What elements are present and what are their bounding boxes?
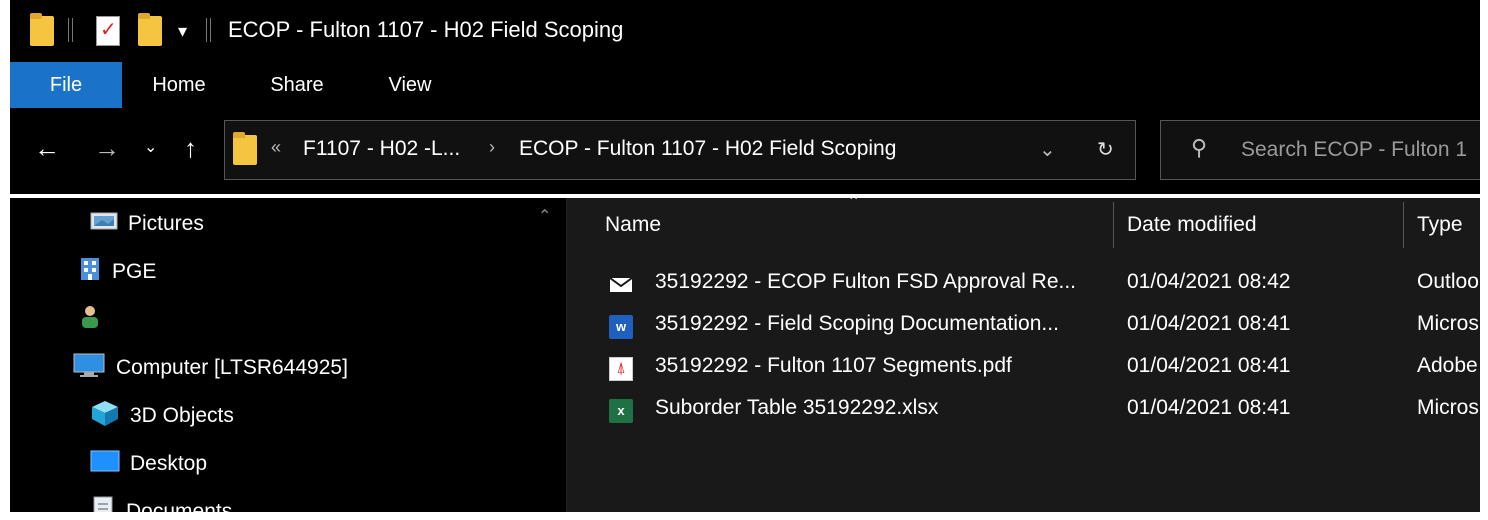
mail-icon [609,273,633,297]
properties-check-icon[interactable] [96,14,120,48]
nav-item-label: Computer [LTSR644925] [116,356,348,379]
user-icon [78,304,102,336]
word-icon: w [609,315,633,339]
new-folder-icon[interactable] [138,13,162,48]
file-list[interactable]: ⌃ Name Date modified Type 35192292 - ECO… [567,198,1480,512]
nav-item-computer[interactable]: Computer [LTSR644925] [72,348,348,388]
search-placeholder: Search ECOP - Fulton 1 [1241,138,1468,161]
folder-icon [233,132,257,165]
scroll-up-icon[interactable]: ⌃ [538,206,551,226]
navigation-pane[interactable]: ⌃ Pictures PGE Computer [LTSR644925] 3D … [10,198,566,512]
refresh-icon[interactable]: ↻ [1097,137,1114,162]
navigation-bar: ← → ⌄ ↑ « F1107 - H02 -L... › ECOP - Ful… [10,108,1480,194]
ribbon-tabs: File Home Share View [10,62,1480,108]
nav-item-label: Desktop [130,452,208,475]
recent-locations-chevron-icon[interactable]: ⌄ [144,133,157,163]
address-dropdown-icon[interactable]: ⌄ [1039,137,1056,162]
breadcrumb-separator-icon[interactable]: › [489,137,495,158]
desktop-icon [90,449,120,479]
tab-view[interactable]: View [374,62,446,108]
customize-toolbar-icon[interactable]: ▾ [178,14,187,48]
nav-item-documents[interactable]: Documents [90,492,232,512]
explorer-window: ▾ ECOP - Fulton 1107 - H02 Field Scoping… [10,0,1480,512]
file-date: 01/04/2021 08:42 [1127,270,1291,293]
nav-item-pictures[interactable]: Pictures [90,204,204,244]
computer-icon [72,352,106,384]
redacted-block [112,298,258,342]
file-date: 01/04/2021 08:41 [1127,396,1291,419]
overflow-chevron-icon[interactable]: « [271,137,281,158]
column-separator[interactable] [1403,202,1404,248]
folder-icon[interactable] [30,13,54,48]
table-row[interactable]: ⍋ 35192292 - Fulton 1107 Segments.pdf 01… [567,348,1480,390]
building-icon [78,256,102,288]
table-row[interactable]: x Suborder Table 35192292.xlsx 01/04/202… [567,390,1480,432]
file-type: Micros [1417,312,1479,335]
toolbar-separator [206,18,211,42]
column-separator[interactable] [1113,202,1114,248]
file-type: Adobe [1417,354,1478,377]
tab-share[interactable]: Share [256,62,338,108]
search-box[interactable]: ⚲ Search ECOP - Fulton 1 [1160,120,1480,180]
file-date: 01/04/2021 08:41 [1127,354,1291,377]
window-title: ECOP - Fulton 1107 - H02 Field Scoping [228,17,624,42]
toolbar-separator [68,18,73,42]
nav-item-desktop[interactable]: Desktop [90,444,207,484]
window-edge [0,512,1488,520]
sort-ascending-icon: ⌃ [847,198,861,211]
tab-home[interactable]: Home [136,62,222,108]
file-date: 01/04/2021 08:41 [1127,312,1291,335]
table-row[interactable]: 35192292 - ECOP Fulton FSD Approval Re..… [567,264,1480,306]
file-name: 35192292 - ECOP Fulton FSD Approval Re..… [655,270,1077,293]
title-bar: ▾ ECOP - Fulton 1107 - H02 Field Scoping [10,0,1480,62]
nav-item-pge[interactable]: PGE [78,252,156,292]
address-bar[interactable]: « F1107 - H02 -L... › ECOP - Fulton 1107… [224,120,1136,180]
nav-item-label: 3D Objects [130,404,234,427]
table-row[interactable]: w 35192292 - Field Scoping Documentation… [567,306,1480,348]
pictures-icon [90,211,118,237]
search-icon: ⚲ [1191,135,1208,160]
window-edge [1480,0,1488,520]
column-header-date[interactable]: Date modified [1127,198,1257,252]
file-name: 35192292 - Field Scoping Documentation..… [655,312,1059,335]
documents-icon [90,495,116,512]
breadcrumb-current[interactable]: ECOP - Fulton 1107 - H02 Field Scoping [519,137,896,161]
tab-file[interactable]: File [10,62,122,108]
file-name: Suborder Table 35192292.xlsx [655,396,939,419]
up-arrow-icon[interactable]: ↑ [184,133,197,163]
cube-icon [90,399,120,433]
breadcrumb-parent[interactable]: F1107 - H02 -L... [303,137,460,161]
file-type: Outloo [1417,270,1479,293]
nav-item-label: Documents [126,500,233,512]
back-arrow-icon[interactable]: ← [34,133,60,163]
forward-arrow-icon[interactable]: → [94,133,120,163]
nav-item-label: Pictures [128,212,204,235]
excel-icon: x [609,399,633,423]
nav-item-label: PGE [112,260,157,283]
column-header-name[interactable]: Name [605,198,661,252]
pdf-icon: ⍋ [609,357,633,381]
column-header-type[interactable]: Type [1417,198,1463,252]
nav-item-user[interactable] [78,298,258,342]
file-type: Micros [1417,396,1479,419]
nav-item-3d-objects[interactable]: 3D Objects [90,396,234,436]
file-name: 35192292 - Fulton 1107 Segments.pdf [655,354,1012,377]
